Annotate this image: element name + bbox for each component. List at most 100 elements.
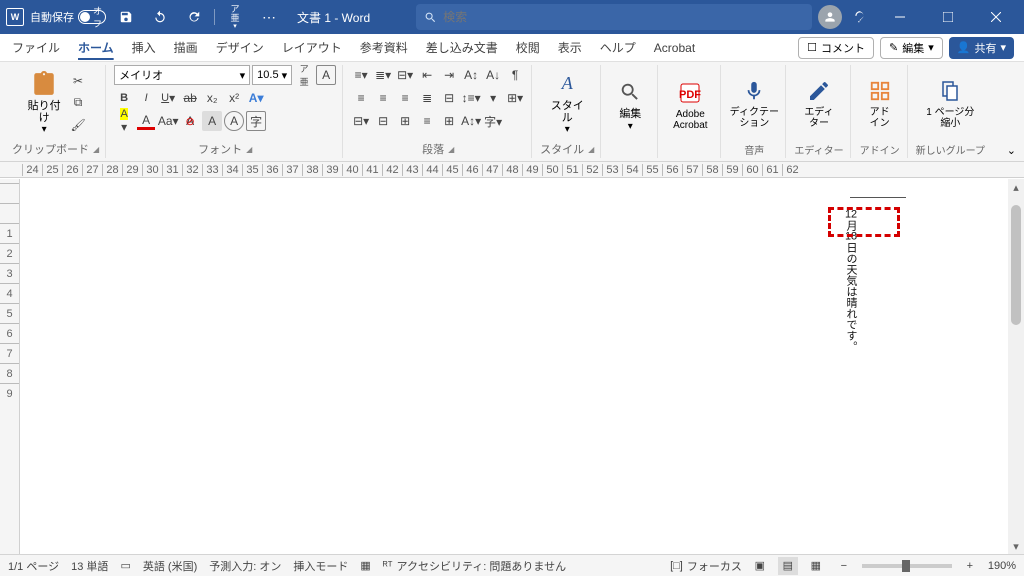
tab-ヘルプ[interactable]: ヘルプ	[598, 35, 638, 60]
tab-レイアウト[interactable]: レイアウト	[280, 35, 344, 60]
zoom-level[interactable]: 190%	[988, 560, 1016, 572]
phonetic-icon[interactable]: A	[316, 65, 336, 85]
document-page[interactable]: 12月18日の天気は晴れです。	[20, 179, 1008, 554]
toggle-switch[interactable]: オフ	[78, 10, 106, 24]
scroll-up-icon[interactable]: ▴	[1013, 179, 1019, 195]
scroll-down-icon[interactable]: ▾	[1013, 538, 1019, 554]
acrobat-button[interactable]: PDF Adobe Acrobat	[666, 70, 714, 140]
collapse-ribbon-icon[interactable]: ⌄	[1007, 144, 1016, 157]
line-spacing-button[interactable]: ↕≡▾	[461, 88, 481, 108]
save-icon[interactable]	[112, 3, 140, 31]
borders-button[interactable]: ⊞▾	[505, 88, 525, 108]
search-input[interactable]	[443, 10, 804, 24]
zoom-slider[interactable]	[862, 564, 952, 568]
clipboard-launcher[interactable]: ◢	[93, 145, 99, 154]
maximize-button[interactable]	[926, 0, 970, 34]
increase-indent-button[interactable]: ⇥	[439, 65, 459, 85]
search-box[interactable]	[416, 4, 812, 30]
bullets-button[interactable]: ≡▾	[351, 65, 371, 85]
comment-button[interactable]: ☐ コメント	[798, 37, 874, 59]
editor-button[interactable]: エディ ター	[798, 68, 840, 138]
font-name-combo[interactable]: メイリオ▾	[114, 65, 250, 85]
strikethrough-button[interactable]: ab	[180, 88, 200, 108]
focus-mode[interactable]: [□] フォーカス	[670, 558, 742, 574]
minimize-button[interactable]	[878, 0, 922, 34]
macro-icon[interactable]: ▦	[360, 559, 370, 572]
styles-button[interactable]: A スタイル▾	[546, 68, 588, 138]
font-size-combo[interactable]: 10.5▾	[252, 65, 292, 85]
align-center-button[interactable]: ≡	[373, 88, 393, 108]
tab-描画[interactable]: 描画	[172, 35, 200, 60]
share-button[interactable]: 👤 共有 ▾	[949, 37, 1014, 59]
help-icon[interactable]	[846, 3, 874, 31]
zoom-in-button[interactable]: +	[960, 557, 980, 575]
char-fit-button[interactable]: 字▾	[483, 111, 503, 131]
tabs-button[interactable]: ⊞	[395, 111, 415, 131]
tab-ホーム[interactable]: ホーム	[76, 35, 116, 60]
char-shading-button[interactable]: A	[202, 111, 222, 131]
tab-表示[interactable]: 表示	[556, 35, 584, 60]
language-indicator[interactable]: 英語 (米国)	[143, 558, 197, 574]
quick-access-icon[interactable]: ア亜▾	[221, 3, 249, 31]
align-right-button[interactable]: ≡	[395, 88, 415, 108]
text-effects-icon[interactable]: A▾	[246, 88, 266, 108]
close-button[interactable]	[974, 0, 1018, 34]
tab-参考資料[interactable]: 参考資料	[358, 35, 410, 60]
shading-button[interactable]: ▾	[483, 88, 503, 108]
zoom-out-button[interactable]: −	[834, 557, 854, 575]
scroll-thumb[interactable]	[1011, 205, 1021, 325]
char-border-button[interactable]: 字	[246, 111, 266, 131]
indent-button[interactable]: ⊟	[373, 111, 393, 131]
accessibility-status[interactable]: ᴿᵀ アクセシビリティ: 問題ありません	[383, 558, 566, 574]
text-predict[interactable]: 予測入力: オン	[209, 558, 281, 574]
print-layout-icon[interactable]: ▤	[778, 557, 798, 575]
ruler-horizontal[interactable]: 2425262728293031323334353637383940414243…	[0, 162, 1024, 178]
page-indicator[interactable]: 1/1 ページ	[8, 558, 59, 574]
tab-差し込み文書[interactable]: 差し込み文書	[424, 35, 500, 60]
char-scaling-button[interactable]: ≡	[417, 111, 437, 131]
editing-button[interactable]: 編集▾	[609, 70, 651, 140]
multilevel-button[interactable]: ⊟▾	[395, 65, 415, 85]
read-mode-icon[interactable]: ▣	[750, 557, 770, 575]
grow-font-icon[interactable]: ア亜	[294, 65, 314, 85]
autosave-toggle[interactable]: 自動保存 オフ	[30, 9, 106, 25]
ruler-vertical[interactable]: 123456789	[0, 179, 20, 554]
align-left-button[interactable]: ≡	[351, 88, 371, 108]
styles-launcher[interactable]: ◢	[588, 145, 594, 154]
asian-layout-button[interactable]: ⊟▾	[351, 111, 371, 131]
justify-button[interactable]: ≣	[417, 88, 437, 108]
tab-Acrobat[interactable]: Acrobat	[652, 37, 697, 59]
insert-mode[interactable]: 挿入モード	[293, 558, 348, 574]
shrink-one-page-button[interactable]: 1 ページ分 縮小	[922, 68, 978, 138]
format-painter-icon[interactable]: 🖌	[68, 115, 88, 135]
paste-button[interactable]: 貼り付け▾	[23, 68, 65, 138]
account-icon[interactable]	[818, 5, 842, 29]
qa-overflow-icon[interactable]: ⋯	[255, 3, 283, 31]
dictation-button[interactable]: ディクテー ション	[729, 68, 779, 138]
redo-icon[interactable]	[180, 3, 208, 31]
tab-校閲[interactable]: 校閲	[514, 35, 542, 60]
undo-icon[interactable]	[146, 3, 174, 31]
tab-ファイル[interactable]: ファイル	[10, 35, 62, 60]
superscript-button[interactable]: x²	[224, 88, 244, 108]
editing-mode-button[interactable]: ✎ 編集 ▾	[880, 37, 943, 59]
paragraph-launcher[interactable]: ◢	[448, 145, 454, 154]
subscript-button[interactable]: x₂	[202, 88, 222, 108]
underline-button[interactable]: U▾	[158, 88, 178, 108]
cut-icon[interactable]: ✂	[68, 71, 88, 91]
highlight-button[interactable]: A▾	[114, 111, 134, 131]
tab-デザイン[interactable]: デザイン	[214, 35, 266, 60]
tab-挿入[interactable]: 挿入	[130, 35, 158, 60]
copy-icon[interactable]: ⧉	[68, 93, 88, 113]
web-layout-icon[interactable]: ▦	[806, 557, 826, 575]
decrease-indent-button[interactable]: ⇤	[417, 65, 437, 85]
vertical-scrollbar[interactable]: ▴ ▾	[1008, 179, 1024, 554]
sort-button[interactable]: A↓	[483, 65, 503, 85]
show-marks-button[interactable]: ¶	[505, 65, 525, 85]
font-color-button[interactable]: A	[136, 111, 156, 131]
word-count[interactable]: 13 単語	[71, 558, 108, 574]
enclose-char-button[interactable]: A	[224, 111, 244, 131]
text-direction-button[interactable]: A↕	[461, 65, 481, 85]
spellcheck-icon[interactable]: ▭	[120, 559, 130, 572]
bold-button[interactable]: B	[114, 88, 134, 108]
